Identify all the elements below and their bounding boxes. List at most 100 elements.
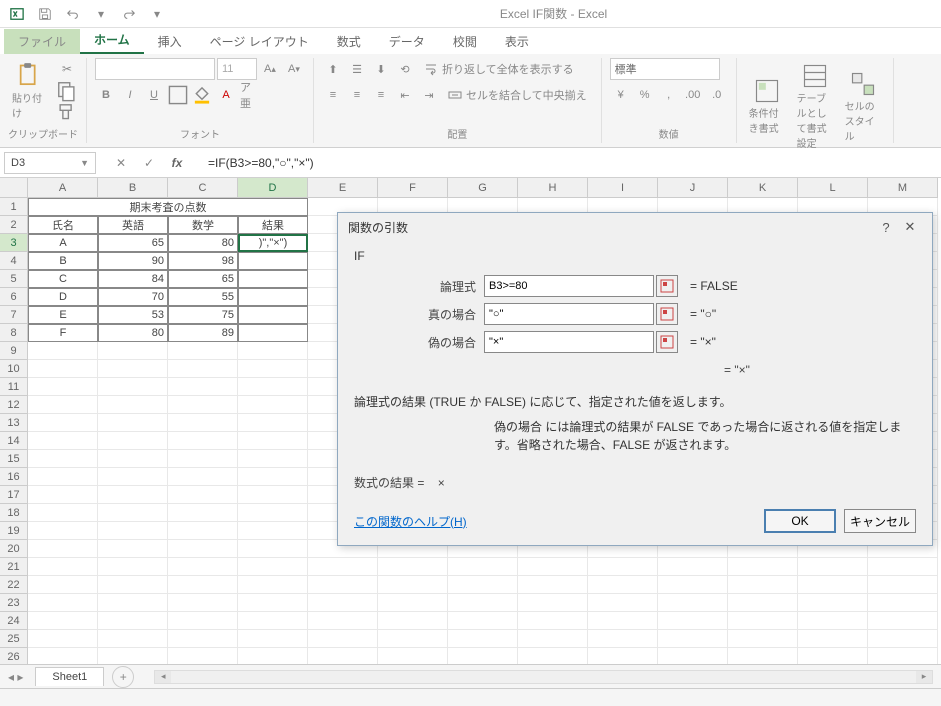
cell[interactable]	[238, 522, 308, 540]
cell[interactable]: C	[28, 270, 98, 288]
cell[interactable]: 65	[168, 270, 238, 288]
font-family-select[interactable]	[95, 58, 215, 80]
cell[interactable]	[168, 342, 238, 360]
cell[interactable]: 98	[168, 252, 238, 270]
cell[interactable]	[98, 432, 168, 450]
row-header[interactable]: 1	[0, 198, 28, 216]
tab-home[interactable]: ホーム	[80, 27, 144, 54]
cell[interactable]	[378, 630, 448, 648]
align-middle-icon[interactable]: ☰	[346, 58, 368, 80]
tab-file[interactable]: ファイル	[4, 29, 80, 54]
cell[interactable]	[308, 558, 378, 576]
excel-icon[interactable]	[4, 2, 30, 26]
copy-icon[interactable]	[56, 81, 78, 101]
cell[interactable]	[518, 576, 588, 594]
row-header[interactable]: 22	[0, 576, 28, 594]
cell[interactable]: 70	[98, 288, 168, 306]
cell[interactable]: 53	[98, 306, 168, 324]
decrease-decimal-icon[interactable]: .0	[706, 84, 728, 106]
align-bottom-icon[interactable]: ⬇	[370, 58, 392, 80]
cell[interactable]	[238, 288, 308, 306]
cell[interactable]	[798, 630, 868, 648]
cell[interactable]	[238, 468, 308, 486]
cell[interactable]	[98, 414, 168, 432]
arg-input-logical[interactable]	[484, 275, 654, 297]
italic-button[interactable]: I	[119, 84, 141, 106]
sheet-tab[interactable]: Sheet1	[35, 667, 104, 686]
cell[interactable]	[98, 342, 168, 360]
cell[interactable]: )","×")	[238, 234, 308, 252]
arg-input-true[interactable]	[484, 303, 654, 325]
cell[interactable]	[588, 612, 658, 630]
cell[interactable]: 65	[98, 234, 168, 252]
row-header[interactable]: 4	[0, 252, 28, 270]
dialog-titlebar[interactable]: 関数の引数 ? ✕	[338, 213, 932, 241]
cell[interactable]	[98, 522, 168, 540]
cell[interactable]	[28, 450, 98, 468]
cell[interactable]: 英語	[98, 216, 168, 234]
tab-page-layout[interactable]: ページ レイアウト	[196, 29, 323, 54]
cell[interactable]	[28, 540, 98, 558]
row-header[interactable]: 14	[0, 432, 28, 450]
tab-view[interactable]: 表示	[491, 29, 543, 54]
cell[interactable]	[238, 324, 308, 342]
cell[interactable]	[518, 612, 588, 630]
cell[interactable]	[518, 594, 588, 612]
percent-format-icon[interactable]: %	[634, 84, 656, 106]
cell[interactable]	[238, 630, 308, 648]
cell[interactable]	[28, 432, 98, 450]
column-header[interactable]: B	[98, 178, 168, 198]
row-header[interactable]: 2	[0, 216, 28, 234]
cell[interactable]	[98, 576, 168, 594]
cell[interactable]	[588, 558, 658, 576]
cell[interactable]	[728, 612, 798, 630]
cell[interactable]: 結果	[238, 216, 308, 234]
cell[interactable]	[98, 396, 168, 414]
cell[interactable]	[728, 558, 798, 576]
cancel-button[interactable]: キャンセル	[844, 509, 916, 533]
row-header[interactable]: 25	[0, 630, 28, 648]
cell[interactable]	[98, 360, 168, 378]
font-color-button[interactable]: A	[215, 84, 237, 106]
cell[interactable]	[168, 468, 238, 486]
cell[interactable]	[868, 612, 938, 630]
horizontal-scrollbar[interactable]: ◂ ▸	[154, 670, 933, 684]
function-help-link[interactable]: この関数のヘルプ(H)	[354, 513, 467, 530]
ok-button[interactable]: OK	[764, 509, 836, 533]
column-header[interactable]: M	[868, 178, 938, 198]
cell[interactable]	[168, 576, 238, 594]
phonetic-button[interactable]: ア亜	[239, 84, 261, 106]
cell[interactable]	[308, 630, 378, 648]
cell[interactable]	[168, 450, 238, 468]
cell[interactable]	[448, 558, 518, 576]
cell[interactable]	[28, 612, 98, 630]
dialog-help-icon[interactable]: ?	[874, 217, 898, 237]
cell[interactable]	[238, 504, 308, 522]
cell[interactable]	[448, 576, 518, 594]
format-painter-icon[interactable]	[56, 103, 78, 123]
cell[interactable]	[238, 306, 308, 324]
cell[interactable]: 80	[98, 324, 168, 342]
increase-indent-icon[interactable]: ⇥	[418, 84, 440, 106]
decrease-font-icon[interactable]: A▾	[283, 58, 305, 80]
cell[interactable]	[728, 594, 798, 612]
cell[interactable]: 80	[168, 234, 238, 252]
namebox-dropdown-icon[interactable]: ▼	[80, 158, 89, 168]
cell[interactable]	[98, 468, 168, 486]
range-selector-icon[interactable]	[656, 331, 678, 353]
cell[interactable]	[308, 594, 378, 612]
row-header[interactable]: 13	[0, 414, 28, 432]
cell[interactable]: E	[28, 306, 98, 324]
formula-input[interactable]	[202, 152, 937, 174]
cell[interactable]	[28, 504, 98, 522]
cell[interactable]	[868, 630, 938, 648]
cell[interactable]	[28, 414, 98, 432]
bold-button[interactable]: B	[95, 84, 117, 106]
column-header[interactable]: E	[308, 178, 378, 198]
row-header[interactable]: 7	[0, 306, 28, 324]
cell[interactable]: 75	[168, 306, 238, 324]
cell[interactable]	[168, 414, 238, 432]
cell[interactable]	[98, 612, 168, 630]
undo-dropdown-icon[interactable]: ▾	[88, 2, 114, 26]
cell[interactable]	[658, 612, 728, 630]
